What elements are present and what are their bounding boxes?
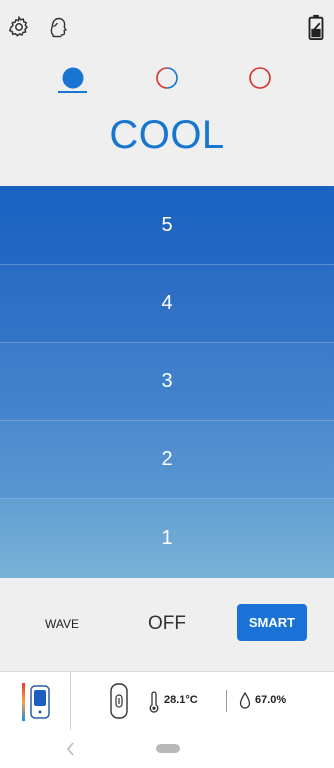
filled-circle-icon <box>62 67 84 89</box>
tab-cool[interactable] <box>59 66 87 94</box>
smart-button[interactable]: SMART <box>237 604 307 641</box>
tab-heat[interactable] <box>246 66 274 94</box>
off-button[interactable]: OFF <box>140 610 194 638</box>
status-bar: 28.1°C 67.0% <box>0 671 334 731</box>
humidity-value: 67.0% <box>255 694 287 706</box>
device-thumbnail[interactable] <box>18 683 54 721</box>
temperature-value: 28.1°C <box>164 694 198 706</box>
mode-controls: WAVE OFF SMART <box>0 578 334 670</box>
sensor-icon <box>109 683 129 719</box>
battery-icon <box>303 14 324 42</box>
gear-icon[interactable] <box>6 14 32 40</box>
ring-icon <box>249 67 271 89</box>
droplet-icon <box>239 691 251 710</box>
level-1-button[interactable]: 1 <box>0 499 334 578</box>
wave-button[interactable]: WAVE <box>38 614 86 634</box>
level-3-button[interactable]: 3 <box>0 343 334 421</box>
thermometer-icon <box>148 691 160 713</box>
home-pill-button[interactable] <box>156 744 180 753</box>
tab-auto[interactable] <box>153 66 181 94</box>
level-5-button[interactable]: 5 <box>0 186 334 265</box>
mode-title: COOL <box>109 113 225 157</box>
level-2-button[interactable]: 2 <box>0 421 334 499</box>
back-icon[interactable] <box>64 740 78 758</box>
status-divider <box>226 690 227 712</box>
status-divider <box>70 672 71 730</box>
level-selector: 5 4 3 2 1 <box>0 186 334 578</box>
system-nav-bar <box>0 730 334 768</box>
dual-circle-icon <box>156 67 178 89</box>
app-screen: COOL 5 4 3 2 1 WAVE OFF SMART 28.1°C 67.… <box>0 0 334 768</box>
tab-selection-indicator <box>58 91 87 93</box>
user-icon[interactable] <box>45 14 71 40</box>
level-4-button[interactable]: 4 <box>0 265 334 343</box>
